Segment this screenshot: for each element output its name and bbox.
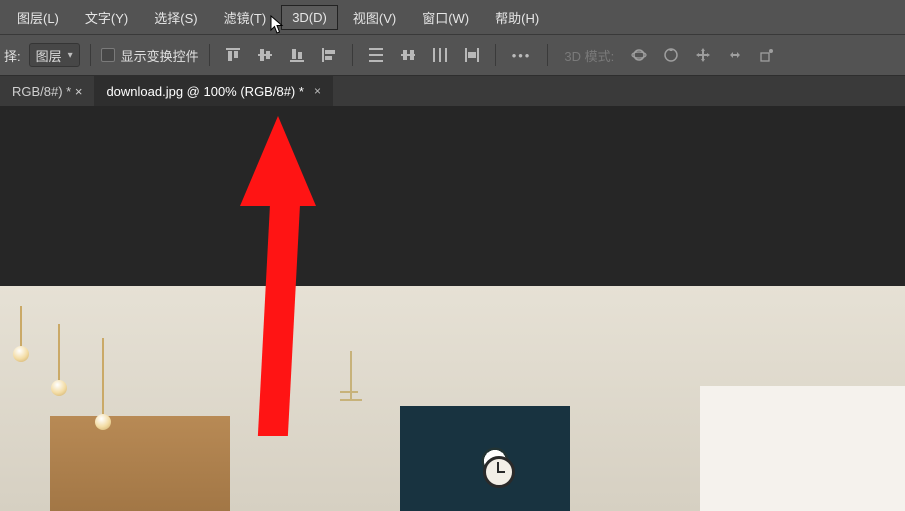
- image-content: [0, 286, 905, 511]
- divider: [547, 44, 548, 66]
- align-bottom-edges-icon[interactable]: [284, 43, 310, 67]
- divider: [90, 44, 91, 66]
- image-lamp: [102, 338, 104, 418]
- options-leading-label: 择:: [4, 46, 21, 65]
- chevron-down-icon: ▾: [68, 50, 73, 61]
- menu-item-type[interactable]: 文字(Y): [74, 3, 139, 32]
- distribute-vcenter-icon[interactable]: [395, 43, 421, 67]
- target-dropdown[interactable]: 图层 ▾: [29, 43, 80, 67]
- tab-label: download.jpg @ 100% (RGB/8#) *: [106, 84, 303, 99]
- document-tab[interactable]: download.jpg @ 100% (RGB/8#) * ×: [94, 76, 333, 106]
- divider: [352, 44, 353, 66]
- document-tab[interactable]: RGB/8#) * ×: [0, 76, 94, 106]
- more-options-icon[interactable]: •••: [506, 48, 538, 63]
- align-vertical-centers-icon[interactable]: [252, 43, 278, 67]
- menu-bar: 图层(L) 文字(Y) 选择(S) 滤镜(T) 3D(D) 视图(V) 窗口(W…: [0, 0, 905, 34]
- menu-item-window[interactable]: 窗口(W): [411, 3, 480, 32]
- image-pendant: [350, 351, 352, 401]
- divider: [495, 44, 496, 66]
- distribute-top-icon[interactable]: [363, 43, 389, 67]
- close-icon[interactable]: ×: [314, 84, 321, 98]
- menu-item-filter[interactable]: 滤镜(T): [213, 3, 278, 32]
- menu-item-layer[interactable]: 图层(L): [6, 3, 70, 32]
- cursor-icon: [270, 15, 285, 38]
- roll-3d-icon[interactable]: [658, 43, 684, 67]
- menu-item-select[interactable]: 选择(S): [143, 3, 208, 32]
- image-lamp: [58, 324, 60, 384]
- align-top-edges-icon[interactable]: [220, 43, 246, 67]
- menu-item-help[interactable]: 帮助(H): [484, 3, 550, 32]
- document-tab-bar: RGB/8#) * × download.jpg @ 100% (RGB/8#)…: [0, 76, 905, 106]
- options-bar: 择: 图层 ▾ 显示变换控件 ••• 3D 模式:: [0, 34, 905, 76]
- tab-label: RGB/8#) * ×: [12, 84, 82, 99]
- align-left-edges-icon[interactable]: [316, 43, 342, 67]
- distribute-bottom-icon[interactable]: [427, 43, 453, 67]
- menu-item-3d[interactable]: 3D(D): [281, 5, 338, 30]
- divider: [209, 44, 210, 66]
- show-transform-label: 显示变换控件: [121, 46, 199, 65]
- show-transform-checkbox[interactable]: [101, 48, 115, 62]
- scale-3d-icon[interactable]: [754, 43, 780, 67]
- image-lamp: [20, 306, 22, 350]
- slide-3d-icon[interactable]: [722, 43, 748, 67]
- menu-item-view[interactable]: 视图(V): [342, 3, 407, 32]
- distribute-hcenter-icon[interactable]: [459, 43, 485, 67]
- canvas-area[interactable]: [0, 106, 905, 511]
- image-clock: [483, 456, 515, 488]
- orbit-3d-icon[interactable]: [626, 43, 652, 67]
- mode-3d-label: 3D 模式:: [558, 46, 620, 65]
- pan-3d-icon[interactable]: [690, 43, 716, 67]
